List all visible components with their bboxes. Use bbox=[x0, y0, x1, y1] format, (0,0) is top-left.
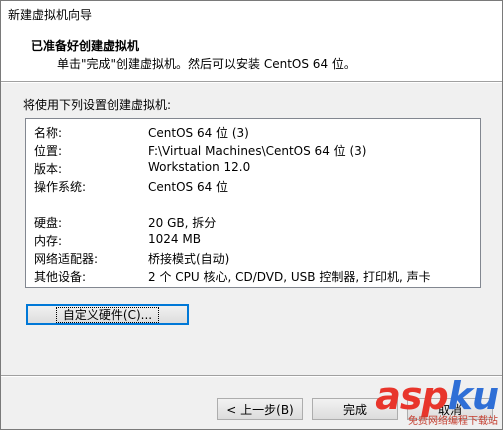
settings-intro: 将使用下列设置创建虚拟机: bbox=[23, 98, 172, 112]
setting-row-other-devices: 其他设备: 2 个 CPU 核心, CD/DVD, USB 控制器, 打印机, … bbox=[34, 268, 431, 285]
setting-row-os: 操作系统: CentOS 64 位 bbox=[34, 178, 228, 195]
setting-value: 2 个 CPU 核心, CD/DVD, USB 控制器, 打印机, 声卡 bbox=[148, 270, 431, 284]
setting-value: 桥接模式(自动) bbox=[148, 252, 230, 266]
setting-value: CentOS 64 位 bbox=[148, 180, 229, 194]
header-divider bbox=[1, 81, 502, 83]
setting-key: 操作系统: bbox=[34, 180, 87, 194]
setting-key: 版本: bbox=[34, 162, 63, 176]
setting-row-location: 位置: F:\Virtual Machines\CentOS 64 位 (3) bbox=[34, 142, 366, 159]
setting-value: 1024 MB bbox=[148, 232, 201, 246]
title-bar[interactable]: 新建虚拟机向导 bbox=[1, 1, 502, 27]
setting-value: 20 GB, 拆分 bbox=[148, 216, 217, 230]
header-title: 已准备好创建虚拟机 bbox=[31, 39, 140, 53]
customize-hardware-button[interactable]: 自定义硬件(C)... bbox=[26, 304, 189, 325]
new-vm-wizard-window: 新建虚拟机向导 已准备好创建虚拟机 单击"完成"创建虚拟机。然后可以安装 Cen… bbox=[0, 0, 503, 430]
window-title: 新建虚拟机向导 bbox=[8, 7, 93, 22]
setting-value: F:\Virtual Machines\CentOS 64 位 (3) bbox=[148, 144, 367, 158]
customize-hardware-label: 自定义硬件(C)... bbox=[55, 306, 160, 323]
setting-row-name: 名称: CentOS 64 位 (3) bbox=[34, 124, 249, 141]
setting-key: 硬盘: bbox=[34, 216, 63, 230]
setting-key: 位置: bbox=[34, 144, 63, 158]
wizard-header: 已准备好创建虚拟机 单击"完成"创建虚拟机。然后可以安装 CentOS 64 位… bbox=[1, 27, 502, 81]
setting-key: 内存: bbox=[34, 234, 63, 248]
setting-key: 名称: bbox=[34, 126, 63, 140]
settings-summary-box[interactable]: 名称: CentOS 64 位 (3) 位置: F:\Virtual Machi… bbox=[25, 118, 481, 288]
cancel-button-label: 取消 bbox=[437, 402, 462, 417]
setting-key: 网络适配器: bbox=[34, 252, 99, 266]
finish-button-label: 完成 bbox=[342, 402, 367, 417]
setting-row-disk: 硬盘: 20 GB, 拆分 bbox=[34, 214, 216, 231]
setting-row-network: 网络适配器: 桥接模式(自动) bbox=[34, 250, 229, 267]
setting-row-version: 版本: Workstation 12.0 bbox=[34, 160, 250, 177]
back-button[interactable]: < 上一步(B) bbox=[217, 398, 303, 420]
finish-button[interactable]: 完成 bbox=[312, 398, 398, 420]
setting-value: CentOS 64 位 (3) bbox=[148, 126, 249, 140]
cancel-button[interactable]: 取消 bbox=[407, 398, 493, 420]
setting-value: Workstation 12.0 bbox=[148, 160, 251, 174]
header-subtitle: 单击"完成"创建虚拟机。然后可以安装 CentOS 64 位。 bbox=[57, 57, 356, 71]
back-button-label: < 上一步(B) bbox=[226, 402, 294, 417]
setting-key: 其他设备: bbox=[34, 270, 87, 284]
footer-divider bbox=[1, 375, 502, 377]
setting-row-memory: 内存: 1024 MB bbox=[34, 232, 201, 249]
